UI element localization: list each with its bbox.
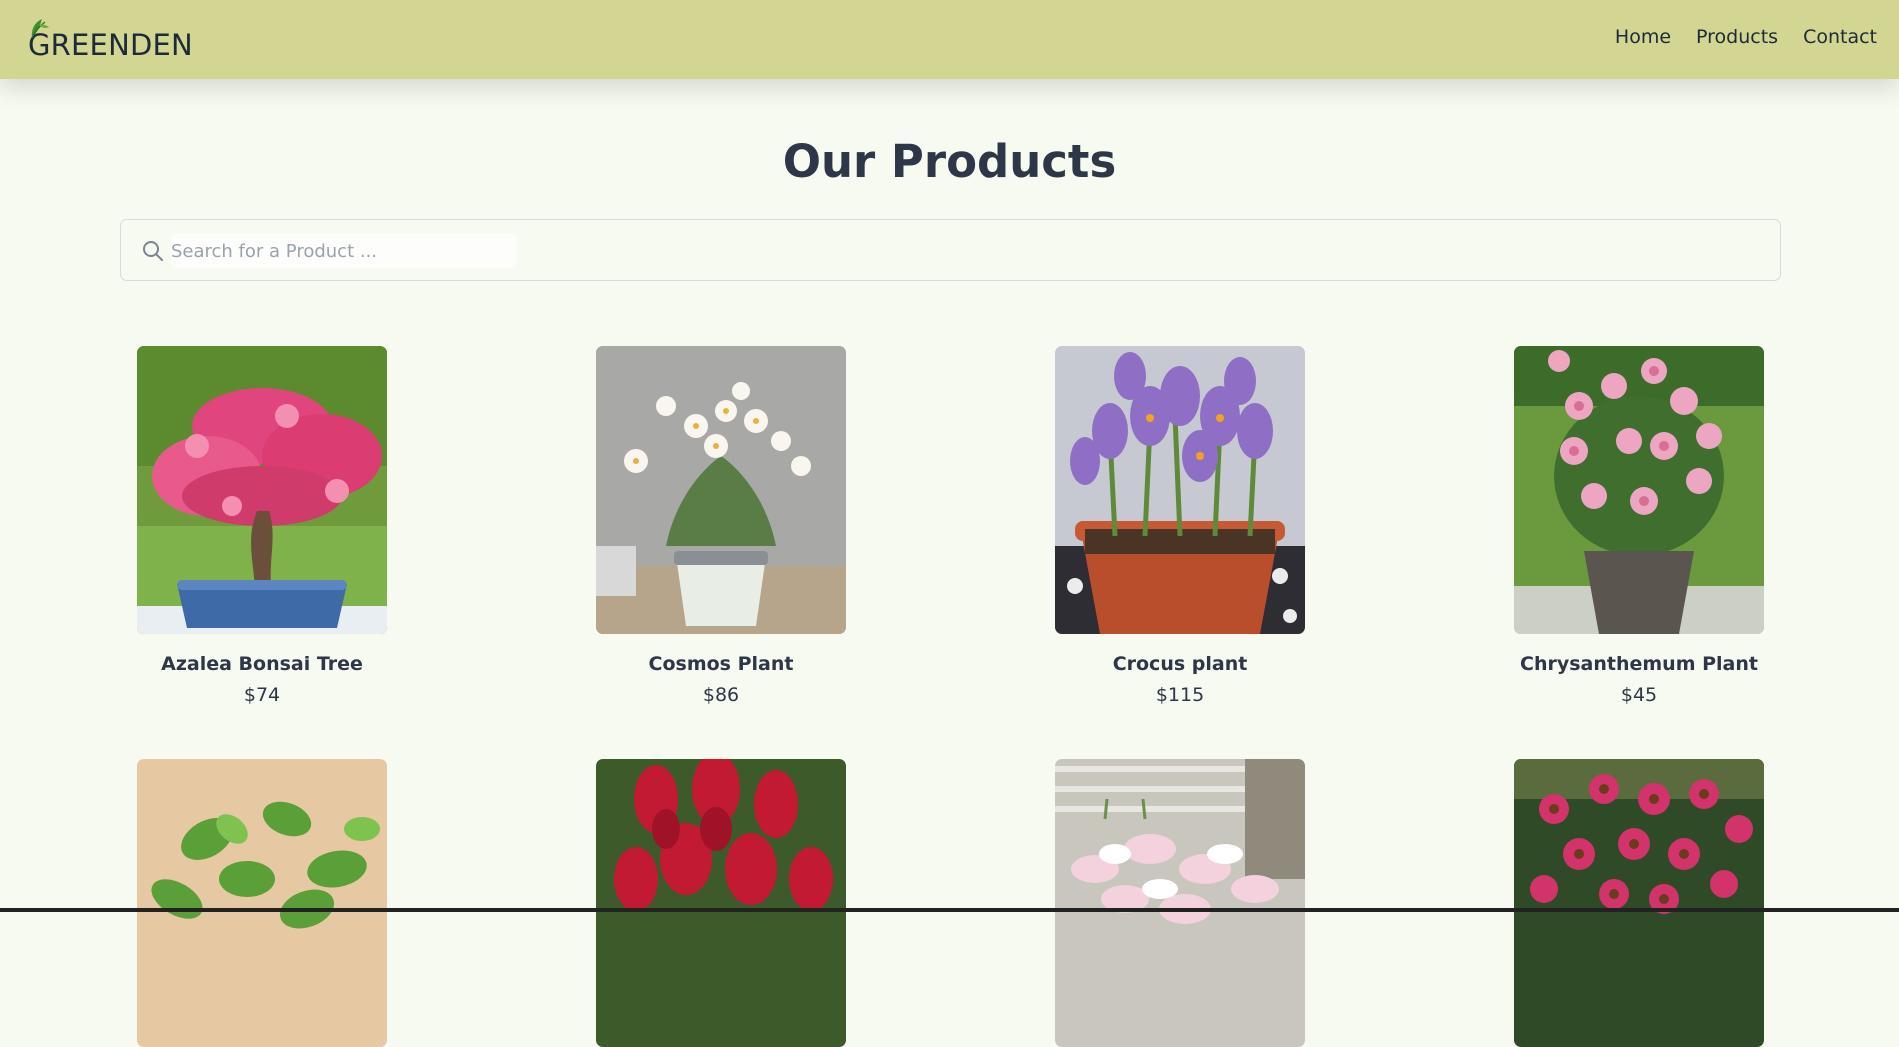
product-price: $74 xyxy=(243,684,281,706)
main-nav: Home Products Contact xyxy=(1615,26,1877,48)
cosmos-plant-photo[interactable] xyxy=(596,346,846,634)
product-name[interactable]: Cosmos Plant xyxy=(596,652,846,676)
red-celosia-photo[interactable] xyxy=(596,759,846,1047)
product-price: $86 xyxy=(702,684,740,706)
crocus-plant-photo[interactable] xyxy=(1055,346,1305,634)
product-name[interactable]: Chrysanthemum Plant xyxy=(1514,652,1764,676)
product-card[interactable]: Crocus plant $115 xyxy=(1055,346,1305,707)
product-card[interactable] xyxy=(596,759,846,1047)
product-name[interactable]: Crocus plant xyxy=(1055,652,1305,676)
product-card[interactable]: Azalea Bonsai Tree $74 xyxy=(137,346,387,707)
pink-echinacea-photo[interactable] xyxy=(1514,759,1764,1047)
page-title: Our Products xyxy=(782,135,1117,188)
product-card[interactable] xyxy=(137,759,387,1047)
search-input[interactable] xyxy=(171,234,517,268)
pink-lily-photo[interactable] xyxy=(1055,759,1305,1047)
search-bar[interactable] xyxy=(120,219,1781,281)
product-price: $115 xyxy=(1155,684,1205,706)
jade-plant-photo[interactable] xyxy=(137,759,387,1047)
site-header: GREENDEN Home Products Contact xyxy=(0,0,1899,79)
product-name[interactable]: Azalea Bonsai Tree xyxy=(137,652,387,676)
nav-products[interactable]: Products xyxy=(1696,26,1778,48)
brand-logo[interactable]: GREENDEN xyxy=(28,19,193,62)
product-card[interactable] xyxy=(1514,759,1764,1047)
brand-name: GREENDEN xyxy=(28,28,193,62)
window-bottom-edge xyxy=(0,908,1899,912)
search-icon xyxy=(143,241,163,261)
nav-contact[interactable]: Contact xyxy=(1803,26,1877,48)
product-card[interactable]: Cosmos Plant $86 xyxy=(596,346,846,707)
nav-home[interactable]: Home xyxy=(1615,26,1671,48)
chrysanthemum-plant-photo[interactable] xyxy=(1514,346,1764,634)
product-price: $45 xyxy=(1620,684,1658,706)
leaf-icon xyxy=(31,19,49,38)
product-card[interactable]: Chrysanthemum Plant $45 xyxy=(1514,346,1764,707)
product-card[interactable] xyxy=(1055,759,1305,1047)
azalea-bonsai-photo[interactable] xyxy=(137,346,387,634)
